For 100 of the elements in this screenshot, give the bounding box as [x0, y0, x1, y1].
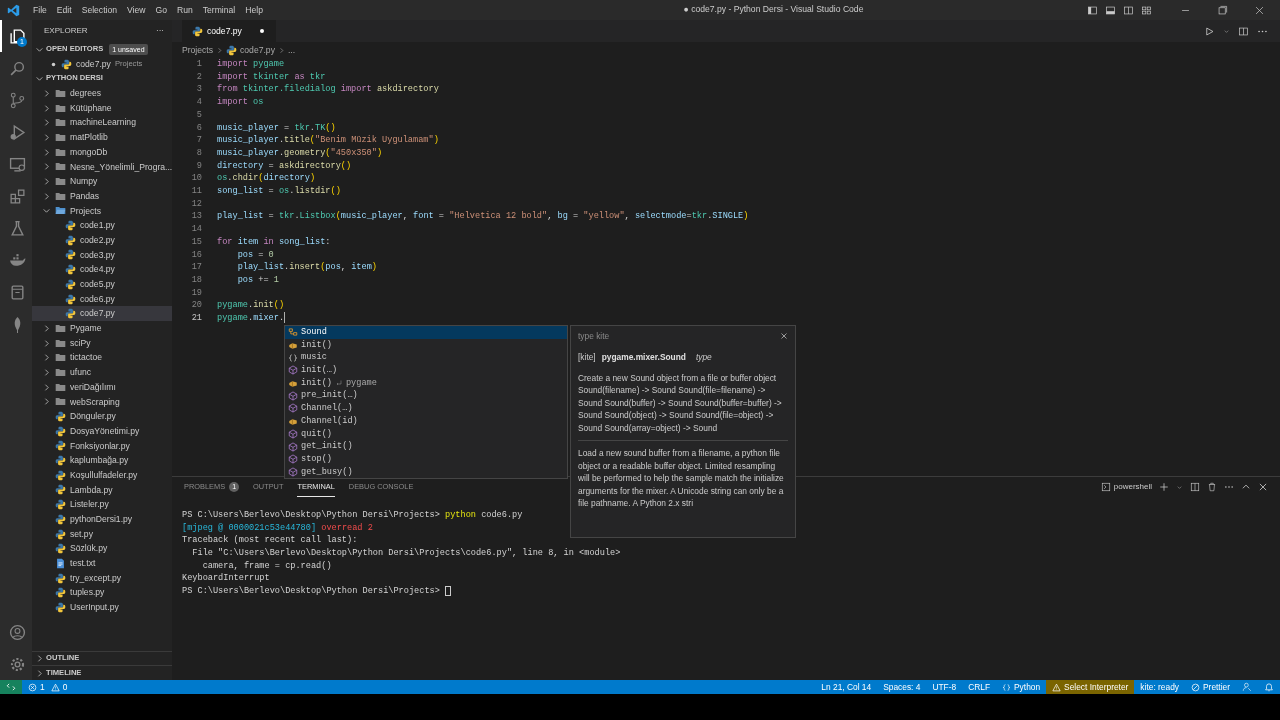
menu-item[interactable]: Edit [51, 3, 77, 17]
status-item[interactable]: UTF-8 [926, 680, 963, 694]
suggestion-item[interactable]: music [285, 351, 567, 365]
python-file-icon [55, 572, 66, 584]
menu-item[interactable]: File [28, 3, 52, 17]
tree-item[interactable]: code3.py [32, 247, 172, 263]
close-icon[interactable] [780, 332, 788, 340]
suggestion-item[interactable]: init(…) [285, 364, 567, 377]
chevron-down-icon[interactable] [42, 206, 51, 216]
split-editor-icon[interactable] [1238, 25, 1249, 37]
chevron-down-icon[interactable] [35, 74, 44, 84]
suggestion-item[interactable]: Channel(id) [285, 414, 567, 428]
editor-tab[interactable]: code7.py [182, 20, 276, 42]
tree-item[interactable]: tictactoe [32, 350, 172, 366]
panel-toggle-icon[interactable] [1105, 4, 1116, 16]
tree-item[interactable]: code1.py [32, 218, 172, 233]
status-item[interactable]: CRLF [962, 680, 997, 694]
suggestion-item[interactable]: quit() [285, 427, 567, 441]
tree-item[interactable]: Projects [32, 203, 172, 219]
tree-item[interactable]: test.txt [32, 556, 172, 571]
tree-item[interactable]: Pandas [32, 188, 172, 204]
close-icon[interactable] [1258, 482, 1268, 492]
tree-item[interactable]: ufunc [32, 365, 172, 380]
maximize-icon[interactable] [1217, 4, 1228, 16]
split-layout-icon[interactable] [1123, 4, 1134, 16]
layout-grid-icon[interactable] [1141, 4, 1152, 16]
code-line: play_list.insert(pos, item) [236, 261, 377, 274]
tree-item[interactable]: code2.py [32, 232, 172, 248]
tree-item[interactable]: pythonDersi1.py [32, 512, 172, 527]
trash-icon[interactable] [1207, 482, 1217, 492]
chevron-right-icon [216, 46, 224, 54]
tree-item[interactable]: code4.py [32, 262, 172, 277]
bell-icon[interactable] [1264, 682, 1274, 692]
formatter-status[interactable]: Prettier [1185, 680, 1236, 694]
tree-item[interactable]: code6.py [32, 291, 172, 307]
tree-item[interactable]: Numpy [32, 174, 172, 189]
status-item[interactable]: Spaces: 4 [877, 680, 927, 694]
tree-item[interactable]: Pygame [32, 321, 172, 336]
tree-item[interactable]: tuples.py [32, 585, 172, 601]
menu-item[interactable]: Run [172, 3, 198, 17]
tree-item[interactable]: Dönguler.py [32, 409, 172, 424]
breadcrumb-item[interactable]: Projects [182, 43, 214, 57]
tree-item[interactable]: matPlotlib [32, 130, 172, 145]
tree-item[interactable]: veriDağılımı [32, 379, 172, 395]
tree-item[interactable]: try_except.py [32, 570, 172, 586]
breadcrumb-item[interactable]: ... [287, 43, 296, 57]
suggestion-item[interactable]: init() pygame [285, 376, 567, 390]
split-terminal-icon[interactable] [1190, 482, 1200, 492]
feedback-icon[interactable] [1242, 682, 1252, 692]
tree-item[interactable]: mongoDb [32, 144, 172, 160]
more-actions[interactable]: ··· [156, 25, 164, 37]
python-file-icon [65, 249, 76, 261]
shell-name[interactable]: powershell [1113, 481, 1152, 493]
interpreter-warning[interactable]: Select Interpreter [1046, 680, 1135, 694]
suggestion-item[interactable]: pre_init(…) [285, 389, 567, 403]
suggestion-item[interactable]: Channel(…) [285, 402, 567, 415]
caret-icon[interactable] [1176, 483, 1183, 491]
menu-item[interactable]: Go [150, 3, 172, 17]
tree-item[interactable]: code5.py [32, 277, 172, 292]
status-item[interactable]: kite: ready [1134, 680, 1185, 694]
tree-item[interactable]: code7.py [32, 306, 172, 322]
tree-item[interactable]: kaplumbağa.py [32, 453, 172, 468]
close-icon[interactable] [1254, 4, 1265, 16]
tree-item[interactable]: Koşullulfadeler.py [32, 467, 172, 483]
plus-icon[interactable] [1159, 482, 1169, 492]
status-item[interactable]: Ln 21, Col 14 [815, 680, 878, 694]
suggestion-item[interactable]: stop() [285, 452, 567, 466]
menu-item[interactable]: Terminal [197, 3, 241, 17]
warning-count[interactable]: 0 [50, 680, 74, 694]
braces-icon [1002, 682, 1012, 692]
menu-item[interactable]: View [122, 3, 151, 17]
tree-item[interactable]: Sözlük.py [32, 541, 172, 557]
remote-icon[interactable] [6, 682, 16, 692]
tree-item[interactable]: DosyaYönetimi.py [32, 423, 172, 439]
tree-item[interactable]: set.py [32, 526, 172, 542]
tree-item[interactable]: UserInput.py [32, 600, 172, 615]
suggestion-item[interactable]: get_busy() [285, 465, 567, 479]
tree-item[interactable]: sciPy [32, 335, 172, 351]
menu-item[interactable]: Help [240, 3, 268, 17]
tree-item[interactable]: degrees [32, 86, 172, 101]
run-icon[interactable] [1204, 25, 1215, 37]
tree-item[interactable]: Listeler.py [32, 497, 172, 512]
error-count[interactable]: 1 [22, 680, 51, 694]
sidebar-toggle-icon[interactable] [1087, 4, 1098, 16]
tree-item[interactable]: Fonksiyonlar.py [32, 438, 172, 454]
suggestion-item[interactable]: get_init() [285, 440, 567, 453]
menu-item[interactable]: Selection [76, 3, 123, 17]
account-icon[interactable] [8, 623, 26, 641]
caret-icon[interactable] [1223, 27, 1230, 35]
tree-item[interactable]: webScraping [32, 394, 172, 410]
suggestion-item[interactable]: init() [285, 338, 567, 352]
settings-icon[interactable] [8, 655, 26, 673]
tree-item[interactable]: machineLearning [32, 115, 172, 131]
breadcrumb-item[interactable]: code7.py [240, 43, 275, 57]
suggestion-item[interactable]: Sound [285, 326, 567, 339]
tree-item[interactable]: Nesne_Yönelimli_Progra... [32, 159, 172, 175]
chevron-up-icon[interactable] [1241, 482, 1251, 492]
language-mode[interactable]: Python [996, 680, 1047, 694]
tree-item[interactable]: Lambda.py [32, 482, 172, 498]
tree-item[interactable]: Kütüphane [32, 100, 172, 116]
